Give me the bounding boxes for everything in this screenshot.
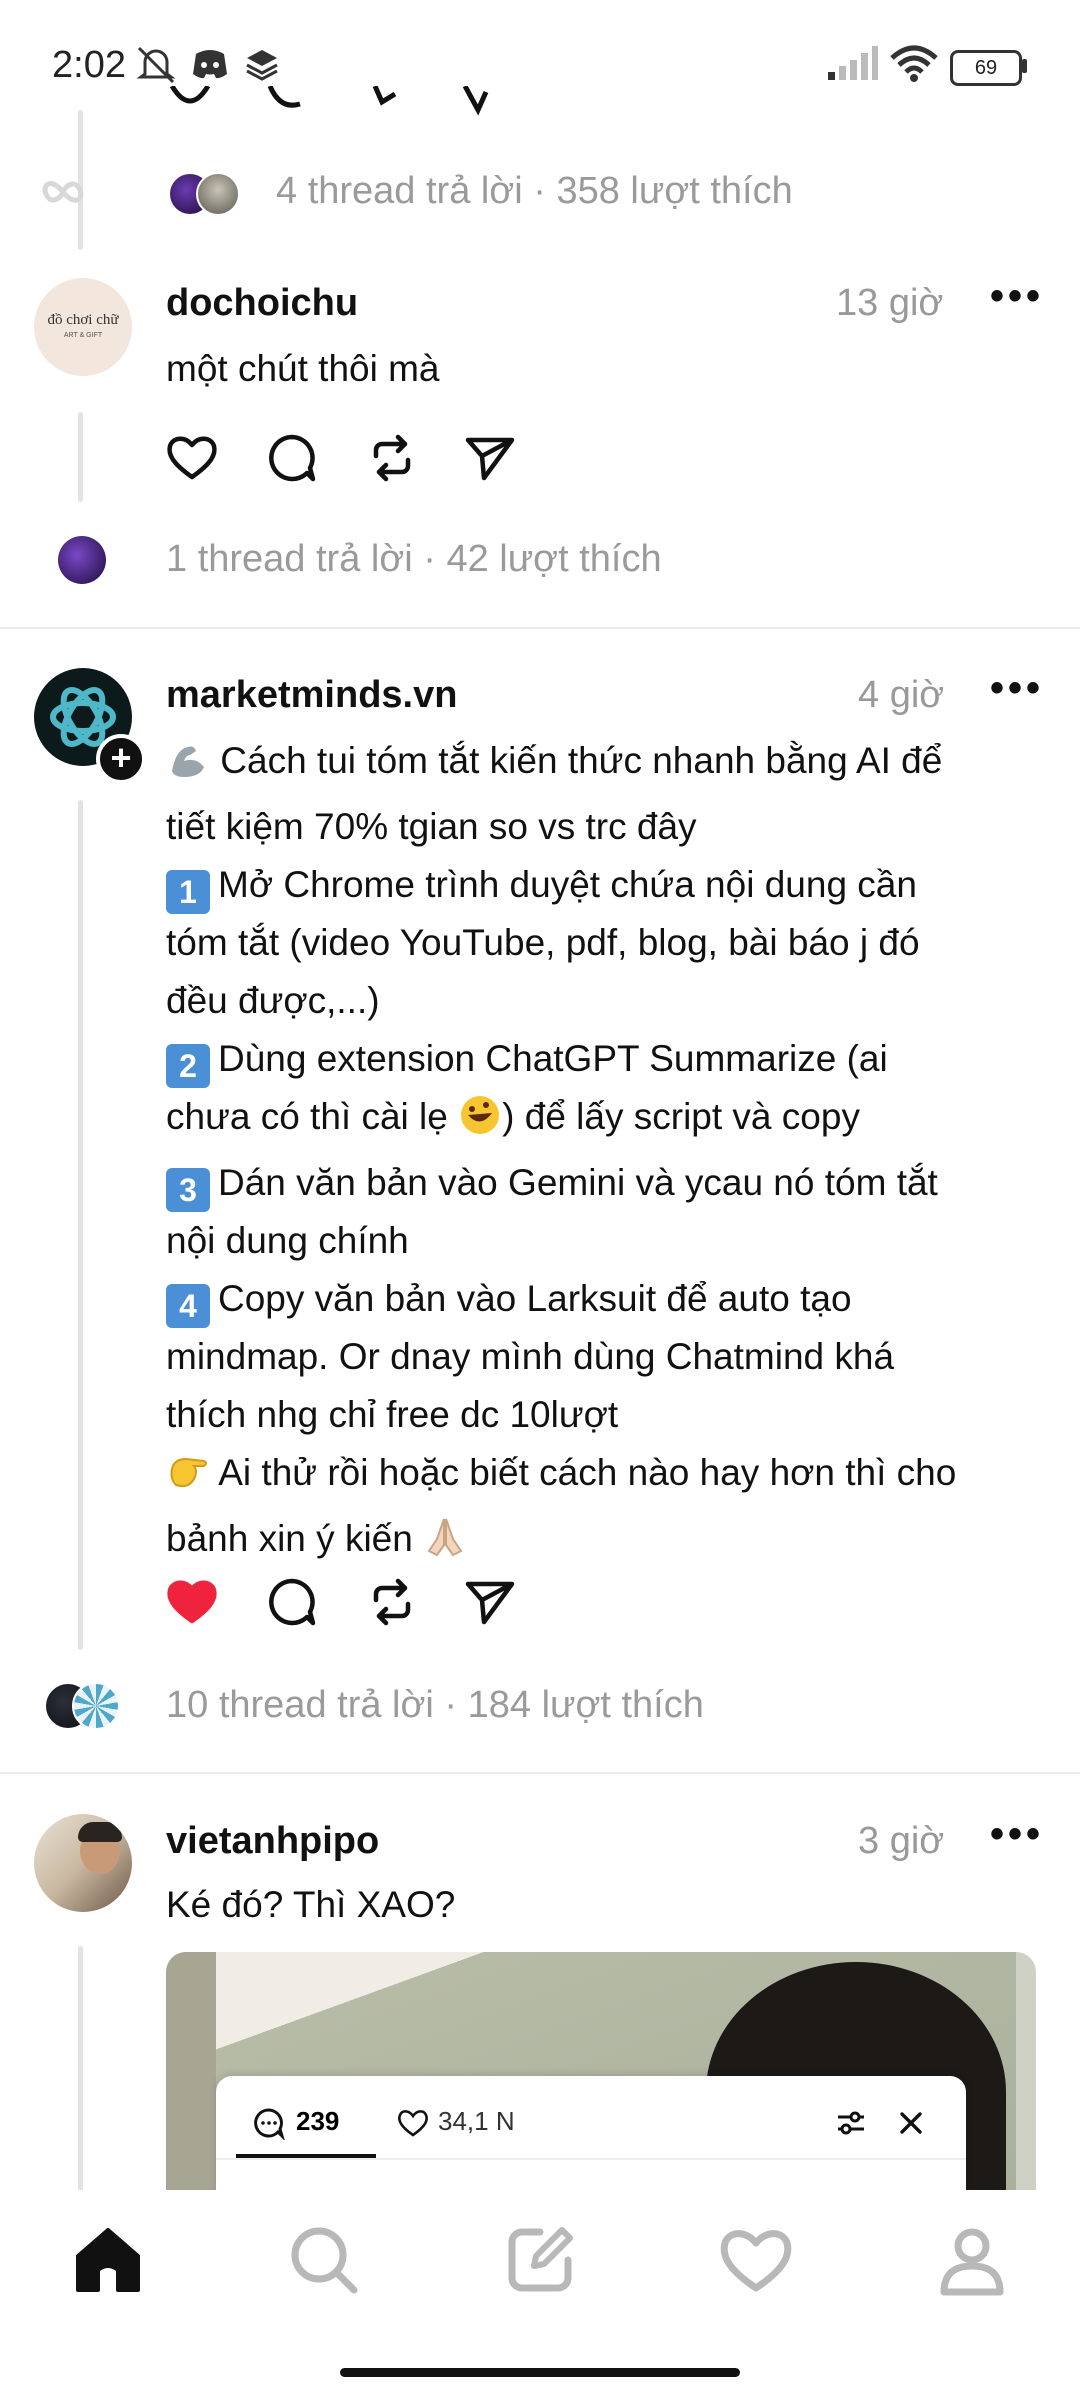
- compose-icon: [508, 2227, 573, 2292]
- heart-icon: [398, 2110, 428, 2137]
- layers-icon: [246, 50, 278, 81]
- comment-count: 239: [296, 2106, 340, 2136]
- thread-line: [78, 1946, 83, 2196]
- keycap-1-icon: 1: [166, 870, 210, 914]
- post-time: 3 giờ: [858, 1820, 945, 1862]
- filter-sliders-icon: [838, 2111, 864, 2135]
- search-icon: [291, 2227, 358, 2294]
- text-line: thích nhg chỉ free dc 10lượt: [166, 1394, 619, 1435]
- text-line: tiết kiệm 70% tgian so vs trc đây: [166, 806, 697, 847]
- flexed-arm-icon: [166, 737, 210, 798]
- replier-avatar[interactable]: [58, 536, 106, 584]
- repost-icon: [373, 1578, 411, 1626]
- replier-avatar[interactable]: [72, 1682, 120, 1730]
- text-line: 2 Dùng extension ChatGPT Summarize (ai: [166, 1030, 1046, 1088]
- post-media-image[interactable]: 239 34,1 N: [166, 1952, 1036, 2202]
- follow-plus-icon[interactable]: +: [96, 734, 146, 784]
- signal-icon: [828, 46, 878, 80]
- text-line: đều được,...): [166, 980, 380, 1021]
- like-button[interactable]: [164, 430, 220, 491]
- post-time: 4 giờ: [858, 674, 945, 716]
- post-stats[interactable]: 1 thread trả lời · 42 lượt thích: [166, 538, 662, 581]
- comment-icon: [269, 1578, 316, 1626]
- avatar[interactable]: [34, 1814, 132, 1912]
- keycap-4-icon: 4: [166, 1284, 210, 1328]
- post-divider: [0, 627, 1080, 629]
- nav-profile[interactable]: [932, 2220, 1012, 2300]
- avatar[interactable]: đồ chơi chữ ART & GIFT: [34, 278, 132, 376]
- text-line: chưa có thì cài lẹ ) để lấy script và co…: [166, 1088, 1046, 1154]
- cut-off-action-icons: [169, 86, 489, 116]
- username[interactable]: vietanhpipo: [166, 1820, 379, 1863]
- post-text: một chút thôi mà: [166, 348, 440, 389]
- rofl-emoji-icon: [458, 1093, 502, 1154]
- reply-button[interactable]: [264, 1574, 320, 1635]
- text-line: 3 Dán văn bản vào Gemini và ycau nó tóm t…: [166, 1154, 1046, 1212]
- send-icon: [465, 437, 515, 481]
- avatar-logo-text: đồ chơi chữ: [47, 312, 119, 328]
- reply-button[interactable]: [264, 430, 320, 491]
- heart-icon: [720, 2230, 792, 2292]
- text-line: 4 Copy văn bản vào Larksuit để auto tạo: [166, 1270, 1046, 1328]
- battery-tip: [1022, 59, 1027, 73]
- post-time: 13 giờ: [836, 282, 944, 324]
- folded-hands-icon: [423, 1515, 467, 1576]
- post-divider: [0, 1772, 1080, 1774]
- keycap-3-icon: 3: [166, 1168, 210, 1212]
- comment-sheet: 239 34,1 N: [216, 2076, 966, 2202]
- repost-button[interactable]: [364, 1574, 420, 1635]
- comment-icon: [269, 434, 316, 482]
- nav-compose[interactable]: [500, 2220, 580, 2300]
- text-line: Cách tui tóm tắt kiến thức nhanh bằng AI…: [166, 732, 1046, 798]
- mute-icon: [136, 46, 176, 84]
- repost-button[interactable]: [364, 430, 420, 491]
- gesture-home-bar[interactable]: [340, 2368, 740, 2377]
- send-icon: [465, 1581, 515, 1625]
- post-text: Cách tui tóm tắt kiến thức nhanh bằng AI…: [166, 732, 1046, 1576]
- wifi-icon: [890, 45, 938, 82]
- replier-avatar[interactable]: [196, 172, 240, 216]
- text-line: bảnh xin ý kiến: [166, 1510, 1046, 1576]
- heart-filled-icon: [167, 1580, 217, 1624]
- like-button[interactable]: [164, 1574, 220, 1635]
- post-stats[interactable]: 10 thread trả lời · 184 lượt thích: [166, 1684, 704, 1727]
- close-icon: [900, 2112, 922, 2134]
- repost-icon: [373, 434, 411, 482]
- text-line: 1 Mở Chrome trình duyệt chứa nội dung cần: [166, 856, 1046, 914]
- keycap-2-icon: 2: [166, 1044, 210, 1088]
- nav-search[interactable]: [284, 2220, 364, 2300]
- post-stats[interactable]: 4 thread trả lời · 358 lượt thích: [276, 170, 793, 213]
- avatar-logo-subtext: ART & GIFT: [63, 332, 103, 339]
- like-count: 34,1 N: [438, 2106, 515, 2136]
- more-options-icon[interactable]: •••: [990, 1812, 1044, 1857]
- discord-icon: [193, 50, 227, 79]
- post-text: Ké đó? Thì XAO?: [166, 1884, 456, 1925]
- nav-home[interactable]: [68, 2220, 148, 2300]
- profile-icon: [940, 2228, 1004, 2296]
- thread-loop-icon: [42, 181, 84, 203]
- battery-icon: 69: [950, 50, 1022, 86]
- text-line: tóm tắt (video YouTube, pdf, blog, bài b…: [166, 922, 920, 963]
- text-line: mindmap. Or dnay mình dùng Chatmind khá: [166, 1336, 895, 1377]
- username[interactable]: dochoichu: [166, 282, 358, 325]
- text-line: Ai thử rồi hoặc biết cách nào hay hơn th…: [166, 1444, 1046, 1510]
- pointing-hand-icon: [166, 1449, 210, 1510]
- more-options-icon[interactable]: •••: [990, 666, 1044, 711]
- more-options-icon[interactable]: •••: [990, 274, 1044, 319]
- battery-level: 69: [974, 57, 998, 79]
- thread-line: [78, 412, 83, 502]
- share-button[interactable]: [462, 430, 518, 491]
- share-button[interactable]: [462, 1574, 518, 1635]
- status-time: 2:02: [52, 44, 126, 86]
- username[interactable]: marketminds.vn: [166, 674, 457, 717]
- nav-activity[interactable]: [716, 2220, 796, 2300]
- comment-icon: [254, 2108, 285, 2140]
- heart-icon: [167, 436, 217, 480]
- thread-line: [78, 800, 83, 1650]
- home-icon: [76, 2228, 140, 2292]
- text-line: nội dung chính: [166, 1220, 409, 1261]
